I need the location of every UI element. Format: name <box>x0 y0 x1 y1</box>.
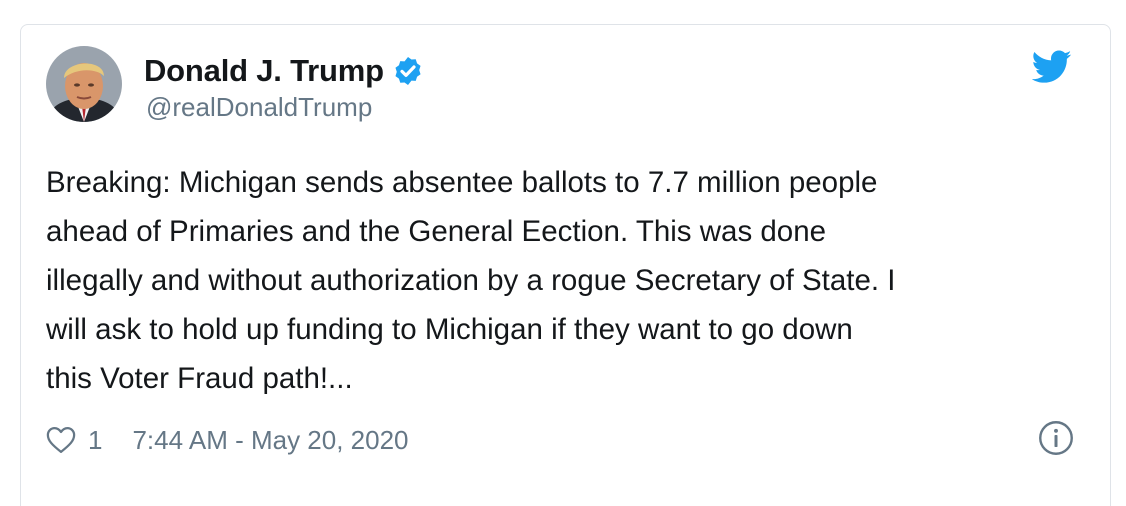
tweet-text-line: ahead of Primaries and the General Eecti… <box>46 215 827 248</box>
tweet-text-line: illegally and without authorization by a… <box>46 264 896 297</box>
tweet-text-line: will ask to hold up funding to Michigan … <box>46 313 853 346</box>
tweet-timestamp[interactable]: 7:44 AM - May 20, 2020 <box>132 425 408 456</box>
avatar-photo <box>46 46 122 122</box>
twitter-bird-icon[interactable] <box>1032 50 1072 84</box>
tweet-text-line: Breaking: Michigan sends absentee ballot… <box>46 166 878 199</box>
verified-badge-icon <box>395 57 421 85</box>
author-display-name[interactable]: Donald J. Trump <box>144 53 384 89</box>
heart-icon[interactable] <box>46 426 76 454</box>
tweet-text-line: this Voter Fraud path!... <box>46 362 353 395</box>
avatar[interactable] <box>46 46 122 122</box>
tweet-footer: 1 7:44 AM - May 20, 2020 <box>46 420 409 460</box>
tweet-text: Breaking: Michigan sends absentee ballot… <box>46 158 1066 403</box>
author-handle[interactable]: @realDonaldTrump <box>146 92 372 123</box>
info-icon[interactable] <box>1038 420 1074 456</box>
like-count: 1 <box>88 424 103 455</box>
author-row: Donald J. Trump <box>144 50 424 92</box>
